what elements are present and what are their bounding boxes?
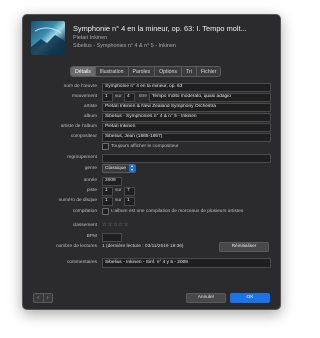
composer-field[interactable]: Sibelius, Jean (1865-1957) [102, 133, 271, 142]
movement-label: mouvement [71, 94, 97, 99]
movement-number-field[interactable]: 1 [102, 93, 113, 102]
show-composer-label: Toujours afficher le compositeur [111, 144, 179, 149]
album-field[interactable]: Sibelius - Symphonies n° 4 & n° 5 - Inki… [102, 113, 271, 122]
disc-number-field[interactable]: 1 [102, 197, 113, 206]
year-field[interactable]: 2009 [102, 177, 122, 186]
track-title: Symphonie n° 4 en la mineur, op. 63: I. … [73, 24, 247, 33]
previous-track-icon[interactable]: ‹ [34, 294, 43, 302]
comments-field[interactable]: Sibelius - Inkinen - Sinf. n° 4 y 5 - 20… [102, 258, 271, 268]
work-name-field[interactable]: Symphonie n° 4 en la mineur, op. 63 [102, 83, 271, 92]
tab-details[interactable]: Détails [71, 67, 95, 76]
show-composer-checkbox[interactable] [102, 143, 109, 150]
grouping-field[interactable] [102, 154, 271, 163]
artist-label: artiste [83, 104, 97, 109]
title-field[interactable]: Tempo molto moderato, quasi adagio [149, 93, 271, 102]
tab-sort[interactable]: Tri [181, 67, 196, 76]
play-count-label: nombre de lectures [55, 244, 97, 249]
album-artist-field[interactable]: Pietari Inkinen [102, 123, 271, 132]
track-total-field[interactable]: 7 [124, 187, 135, 196]
track-album: Sibelius - Symphonies n° 4 & n° 5 - Inki… [73, 43, 176, 49]
track-artist: Pietari Inkinen [73, 35, 108, 41]
bpm-label: BPM [86, 234, 97, 239]
next-track-icon[interactable]: › [42, 294, 53, 302]
disc-of-label: sur [115, 198, 122, 203]
work-name-label: nom de l’œuvre [63, 84, 97, 89]
album-artwork [31, 21, 65, 55]
play-count-value: 1 (dernière lecture : 03/11/2019 19:36) [102, 244, 184, 249]
title-label: titre [139, 94, 147, 99]
tab-file[interactable]: Fichier [195, 67, 221, 76]
compilation-text: L’album est une compilation de morceaux … [111, 209, 244, 214]
album-label: album [83, 114, 97, 119]
artist-field[interactable]: Pietari Inkinen & New Zealand Symphony O… [102, 103, 271, 112]
grouping-label: regroupement [67, 155, 97, 160]
track-number-label: piste [86, 188, 97, 193]
genre-label: genre [84, 166, 97, 171]
bpm-field[interactable] [102, 233, 122, 242]
genre-dropdown-arrow-icon[interactable]: ▴ ▾ [129, 164, 135, 172]
year-label: année [83, 178, 97, 183]
disc-total-field[interactable]: 1 [124, 197, 135, 206]
movement-of-label: sur [115, 94, 122, 99]
rating-stars[interactable]: ☆☆☆☆☆ [102, 222, 129, 228]
comments-label: commentaires [66, 260, 97, 265]
info-window: Symphonie n° 4 en la mineur, op. 63: I. … [22, 14, 281, 310]
ok-button[interactable]: OK [230, 293, 270, 303]
disc-number-label: numéro de disque [58, 198, 97, 203]
track-number-field[interactable]: 1 [102, 187, 113, 196]
reset-button[interactable]: Réinitialiser [219, 242, 269, 252]
tab-options[interactable]: Options [154, 67, 181, 76]
rating-label: classement [72, 223, 97, 228]
track-of-label: sur [115, 188, 122, 193]
composer-label: compositeur [70, 134, 97, 139]
track-header: Symphonie n° 4 en la mineur, op. 63: I. … [23, 15, 280, 63]
cancel-button[interactable]: Annuler [186, 293, 226, 303]
movement-total-field[interactable]: 4 [124, 93, 135, 102]
compilation-label: compilation [72, 209, 97, 214]
tab-illustration[interactable]: Illustration [94, 67, 128, 76]
tab-bar: Détails Illustration Paroles Options Tri… [70, 66, 222, 77]
compilation-checkbox[interactable] [102, 208, 109, 215]
album-artist-label: artiste de l’album [60, 124, 97, 129]
track-navigation: ‹ › [33, 293, 53, 303]
tab-lyrics[interactable]: Paroles [127, 67, 155, 76]
